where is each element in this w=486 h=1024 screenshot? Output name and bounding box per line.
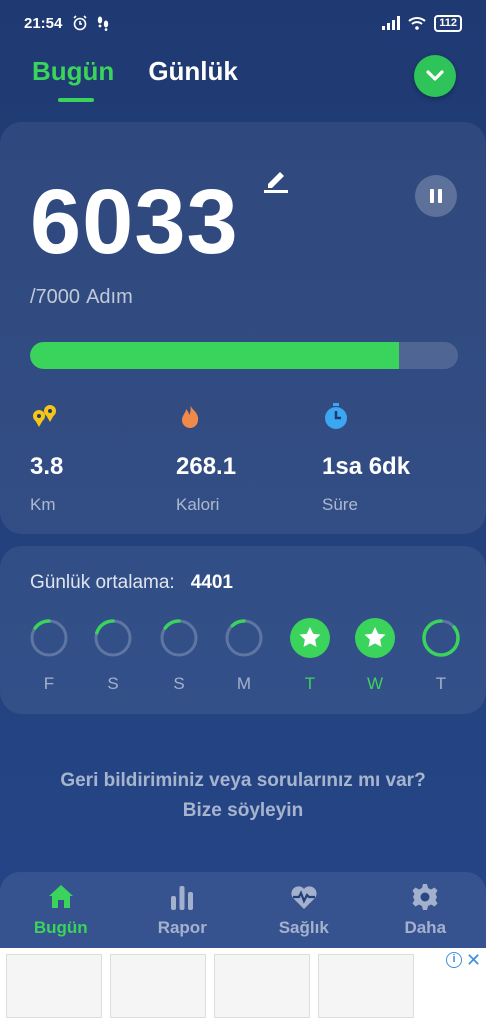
pause-button[interactable] (415, 175, 457, 217)
day-item[interactable]: T (420, 617, 462, 694)
stat-distance-label: Km (30, 495, 56, 514)
daily-average-label: Günlük ortalama: (30, 572, 175, 593)
step-goal: /7000 Adım (30, 286, 139, 309)
stat-calories: 268.1 Kalori (176, 402, 316, 515)
flame-icon (182, 404, 199, 428)
day-label: M (236, 674, 252, 693)
nav-health[interactable]: Sağlık (243, 872, 365, 948)
nav-report[interactable]: Rapor (122, 872, 244, 948)
day-item[interactable]: T (289, 617, 331, 694)
goal-value: /7000 (30, 286, 81, 308)
tab-daily[interactable]: Günlük (148, 56, 238, 87)
nav-today-label: Bugün (33, 918, 88, 937)
day-label: W (366, 674, 384, 693)
home-icon (48, 885, 73, 908)
star-icon (290, 618, 330, 658)
day-item[interactable]: F (28, 617, 70, 694)
pause-icon-bar (430, 189, 434, 203)
day-item[interactable]: M (223, 617, 265, 694)
wifi-icon (408, 17, 426, 30)
feedback-link[interactable]: Geri bildiriminiz veya sorularınız mı va… (0, 766, 486, 826)
step-progress-fill (30, 342, 399, 369)
day-item[interactable]: S (92, 617, 134, 694)
day-label: F (43, 674, 55, 693)
bottom-nav: Bugün Rapor Sağlık Daha (0, 872, 486, 948)
day-progress-ring (94, 619, 132, 657)
feedback-question: Geri bildiriminiz veya sorularınız mı va… (60, 770, 426, 791)
daily-average: Günlük ortalama: 4401 (30, 572, 233, 594)
top-tabs: Bugün Günlük (32, 56, 238, 102)
day-label: T (435, 674, 447, 693)
dropdown-button[interactable] (414, 55, 456, 97)
ad-image-bed[interactable] (110, 954, 206, 1018)
footsteps-icon (98, 16, 109, 31)
stat-distance: 3.8 Km (30, 402, 170, 515)
nav-report-label: Rapor (157, 918, 207, 937)
battery-indicator: 112 (434, 14, 462, 32)
ad-image-pillow[interactable] (214, 954, 310, 1018)
gear-icon (412, 884, 438, 910)
nav-today[interactable]: Bugün (0, 872, 122, 948)
day-label: S (107, 674, 119, 693)
status-bar: 21:54 112 (0, 0, 486, 46)
pause-icon-bar (438, 189, 442, 203)
day-progress-ring (422, 619, 460, 657)
stat-duration-value: 1sa 6dk (322, 453, 411, 480)
ad-image-mattress[interactable] (6, 954, 102, 1018)
step-progress-bar (30, 342, 458, 369)
star-icon (355, 618, 395, 658)
stat-duration-label: Süre (322, 495, 358, 514)
stat-distance-value: 3.8 (30, 453, 64, 480)
stat-duration: 1sa 6dk Süre (322, 402, 462, 515)
heart-pulse-icon (291, 886, 317, 909)
stat-calories-label: Kalori (176, 495, 220, 514)
route-icon (33, 405, 56, 427)
nav-health-label: Sağlık (278, 918, 329, 937)
bar-chart-icon (171, 886, 194, 910)
alarm-icon (73, 15, 87, 31)
goal-unit: Adım (86, 286, 133, 308)
day-item[interactable]: W (354, 617, 396, 694)
feedback-cta: Bize söyleyin (182, 800, 304, 821)
day-progress-ring (225, 619, 263, 657)
day-label: S (173, 674, 185, 693)
tab-today[interactable]: Bugün (32, 56, 114, 102)
step-count: 6033 (30, 171, 239, 273)
ad-image-bedframe[interactable] (318, 954, 414, 1018)
nav-more-label: Daha (404, 918, 447, 937)
day-progress-ring (160, 619, 198, 657)
ad-brand-logo (428, 962, 476, 1012)
chevron-down-icon (426, 70, 444, 81)
signal-icon (382, 16, 401, 30)
status-time: 21:54 (24, 14, 63, 32)
clock-icon (325, 403, 347, 429)
day-item[interactable]: S (158, 617, 200, 694)
nav-more[interactable]: Daha (365, 872, 486, 948)
day-label: T (304, 674, 316, 693)
ad-banner[interactable]: i ✕ (0, 948, 486, 1024)
stat-calories-value: 268.1 (176, 453, 237, 480)
edit-icon[interactable] (262, 168, 290, 194)
daily-average-value: 4401 (190, 572, 233, 593)
day-progress-ring (30, 619, 68, 657)
